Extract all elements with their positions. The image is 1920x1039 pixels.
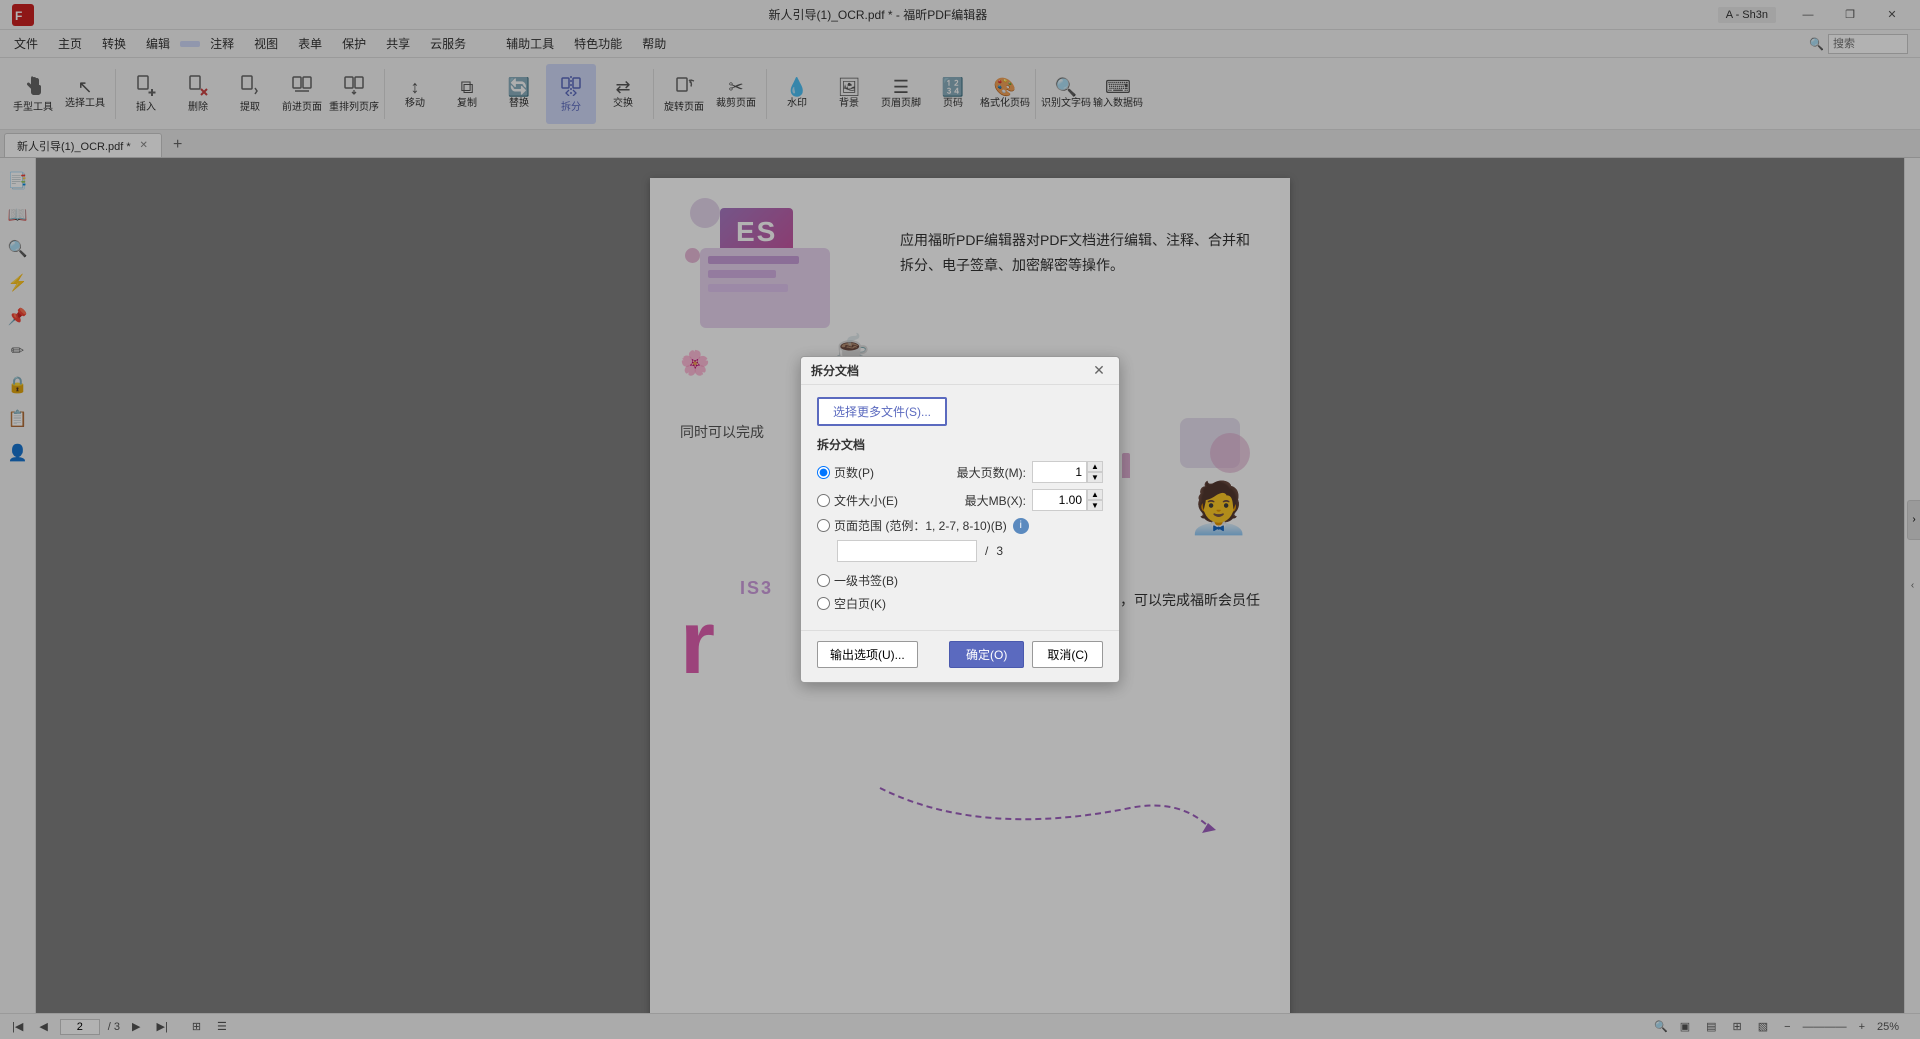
dialog-titlebar: 拆分文档 ✕ (801, 357, 1119, 385)
range-total: 3 (996, 544, 1003, 558)
dialog-title: 拆分文档 (811, 362, 859, 379)
max-pages-label: 最大页数(M): (957, 464, 1026, 481)
max-mb-increment[interactable]: ▲ (1087, 489, 1103, 500)
option-by-bookmark-row: 一级书签(B) (817, 572, 1103, 589)
max-mb-decrement[interactable]: ▼ (1087, 500, 1103, 511)
max-pages-increment[interactable]: ▲ (1087, 461, 1103, 472)
ok-button[interactable]: 确定(O) (949, 641, 1024, 668)
max-pages-spinner: ▲ ▼ (1032, 461, 1103, 483)
option-by-page-label[interactable]: 页数(P) (834, 464, 934, 481)
max-pages-spin-buttons: ▲ ▼ (1087, 461, 1103, 483)
option-by-bookmark-radio[interactable] (817, 574, 830, 587)
option-by-blank-radio[interactable] (817, 597, 830, 610)
max-mb-spin-buttons: ▲ ▼ (1087, 489, 1103, 511)
option-by-page-radio[interactable] (817, 466, 830, 479)
option-by-page-row: 页数(P) 最大页数(M): ▲ ▼ (817, 461, 1103, 483)
max-mb-label: 最大MB(X): (965, 492, 1026, 509)
max-pages-decrement[interactable]: ▼ (1087, 472, 1103, 483)
select-files-button[interactable]: 选择更多文件(S)... (817, 397, 947, 426)
dialog-close-button[interactable]: ✕ (1089, 361, 1109, 381)
option-by-size-row: 文件大小(E) 最大MB(X): ▲ ▼ (817, 489, 1103, 511)
split-dialog: 拆分文档 ✕ 选择更多文件(S)... 拆分文档 页数(P) 最大页数(M): … (800, 356, 1120, 683)
page-range-input[interactable] (837, 540, 977, 562)
dialog-section-title: 拆分文档 (817, 436, 1103, 453)
dialog-buttons: 确定(O) 取消(C) (949, 641, 1103, 668)
output-options-button[interactable]: 输出选项(U)... (817, 641, 918, 668)
option-by-size-label[interactable]: 文件大小(E) (834, 492, 934, 509)
option-by-blank-row: 空白页(K) (817, 595, 1103, 612)
option-by-bookmark-label[interactable]: 一级书签(B) (834, 572, 1103, 589)
option-by-range-row: 页面范围 (范例：1, 2-7, 8-10)(B) i (817, 517, 1103, 534)
modal-overlay: 拆分文档 ✕ 选择更多文件(S)... 拆分文档 页数(P) 最大页数(M): … (0, 0, 1920, 1039)
option-by-size-radio[interactable] (817, 494, 830, 507)
option-by-blank-label[interactable]: 空白页(K) (834, 595, 1103, 612)
dialog-footer: 输出选项(U)... 确定(O) 取消(C) (801, 630, 1119, 682)
option-by-range-radio[interactable] (817, 519, 830, 532)
range-info-icon[interactable]: i (1013, 518, 1029, 534)
cancel-button[interactable]: 取消(C) (1032, 641, 1103, 668)
max-mb-spinner: ▲ ▼ (1032, 489, 1103, 511)
max-mb-input[interactable] (1032, 489, 1087, 511)
max-pages-input[interactable] (1032, 461, 1087, 483)
page-range-input-row: / 3 (817, 540, 1103, 562)
dialog-body: 选择更多文件(S)... 拆分文档 页数(P) 最大页数(M): ▲ ▼ (801, 385, 1119, 630)
option-by-range-label[interactable]: 页面范围 (范例：1, 2-7, 8-10)(B) (834, 517, 1007, 534)
range-separator: / (985, 544, 988, 558)
